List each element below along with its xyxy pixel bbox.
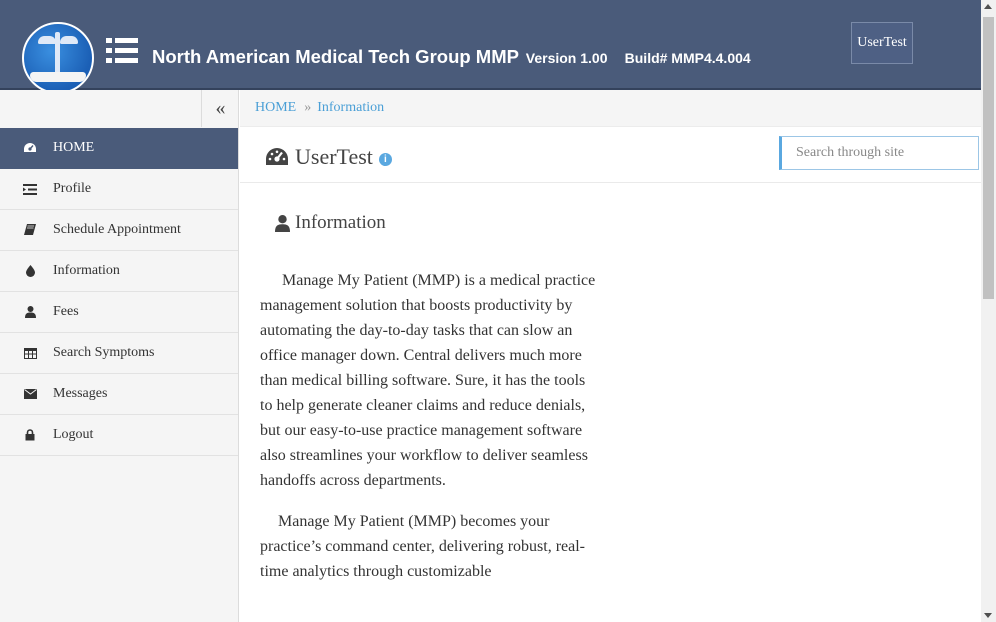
breadcrumb: HOME » Information — [240, 90, 981, 127]
droplet-icon — [19, 265, 41, 277]
search-input[interactable] — [779, 136, 979, 170]
app-title: North American Medical Tech Group MMP Ve… — [152, 46, 751, 68]
section-title-text: Information — [295, 212, 386, 233]
section-title: Information — [275, 212, 386, 234]
page-title: UserTest i — [265, 144, 392, 170]
sidebar-item-profile[interactable]: Profile — [0, 169, 238, 210]
caduceus-hand-logo — [22, 22, 94, 94]
double-chevron-left-icon[interactable]: « — [201, 90, 239, 127]
app-version: Version 1.00 — [525, 50, 608, 66]
sidebar-item-label: Profile — [53, 181, 92, 196]
vertical-scrollbar[interactable] — [981, 0, 996, 622]
app-name: North American Medical Tech Group MMP — [152, 46, 519, 67]
user-icon — [19, 306, 41, 318]
sidebar-item-label: Fees — [53, 304, 79, 319]
sidebar-item-label: Information — [53, 263, 120, 278]
table-icon — [19, 347, 41, 359]
top-header: North American Medical Tech Group MMP Ve… — [0, 0, 981, 94]
sidebar-item-schedule-appointment[interactable]: Schedule Appointment — [0, 210, 238, 251]
sidebar-item-label: Schedule Appointment — [53, 222, 181, 237]
dashboard-icon — [19, 142, 41, 154]
sidebar-item-label: Search Symptoms — [53, 345, 155, 360]
list-indent-icon — [19, 183, 41, 195]
information-paragraph: Manage My Patient (MMP) is a medical pra… — [260, 272, 596, 489]
scroll-down-arrow-icon[interactable] — [984, 613, 992, 618]
scrollbar-thumb[interactable] — [983, 17, 994, 299]
sidebar-item-label: Messages — [53, 386, 108, 401]
lock-icon — [19, 429, 41, 441]
sidebar-item-label: HOME — [53, 140, 95, 155]
sidebar-item-fees[interactable]: Fees — [0, 292, 238, 333]
scroll-up-arrow-icon[interactable] — [984, 4, 992, 9]
sidebar-item-search-symptoms[interactable]: Search Symptoms — [0, 333, 238, 374]
sidebar-item-home[interactable]: HOME — [0, 128, 238, 169]
sidebar-item-logout[interactable]: Logout — [0, 415, 238, 456]
information-paragraph: Manage My Patient (MMP) becomes your pra… — [260, 513, 585, 580]
user-icon — [275, 214, 290, 232]
breadcrumb-home[interactable]: HOME — [255, 100, 296, 116]
sidebar-item-messages[interactable]: Messages — [0, 374, 238, 415]
page-title-text: UserTest — [295, 144, 373, 169]
dashboard-icon — [265, 147, 289, 167]
sidebar: « HOME Profile Schedule Appointment Info… — [0, 90, 239, 622]
breadcrumb-current[interactable]: Information — [317, 100, 384, 116]
envelope-icon — [19, 389, 41, 399]
breadcrumb-separator: » — [304, 100, 312, 115]
sidebar-nav: HOME Profile Schedule Appointment Inform… — [0, 128, 238, 456]
book-icon — [19, 224, 41, 236]
information-content: Manage My Patient (MMP) is a medical pra… — [260, 268, 600, 600]
app-build: Build# MMP4.4.004 — [624, 50, 751, 66]
sidebar-item-label: Logout — [53, 427, 94, 442]
menu-list-icon[interactable] — [106, 38, 138, 64]
user-button[interactable]: UserTest — [851, 22, 913, 64]
sidebar-item-information[interactable]: Information — [0, 251, 238, 292]
info-circle-icon[interactable]: i — [378, 152, 392, 166]
